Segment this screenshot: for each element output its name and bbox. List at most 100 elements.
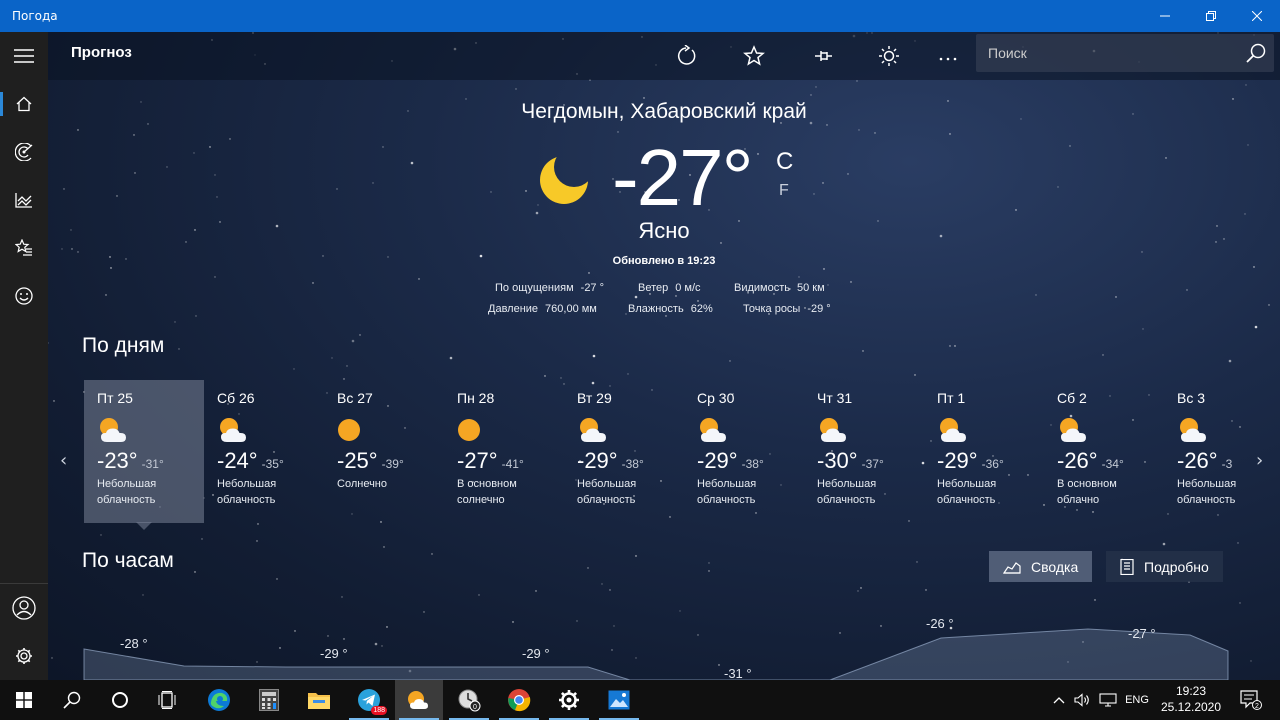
- search-icon: [63, 691, 81, 709]
- day-condition-line1: Небольшая: [937, 478, 997, 490]
- days-prev-button[interactable]: ‹: [60, 450, 67, 471]
- day-icon: [217, 416, 324, 444]
- file-explorer-button[interactable]: [295, 680, 343, 720]
- day-name: Вс 3: [1177, 390, 1206, 406]
- day-high: -27°: [457, 448, 498, 473]
- maximize-button[interactable]: [1188, 0, 1234, 32]
- theme-button[interactable]: [875, 42, 903, 70]
- day-condition-line2: облачность: [817, 494, 876, 506]
- day-condition-line1: Небольшая: [217, 478, 277, 490]
- hourly-chart: -28 ° -29 ° -29 ° -31 ° -26 ° -27 °: [83, 616, 1229, 680]
- daily-section-title: По дням: [82, 334, 165, 357]
- taskbar: 188 0 ENG 19:23 25.12.2020 2: [0, 680, 1280, 720]
- more-button[interactable]: [934, 42, 962, 70]
- chrome-button[interactable]: [495, 680, 543, 720]
- settings-app-button[interactable]: [545, 680, 593, 720]
- days-next-button[interactable]: ›: [1256, 450, 1263, 471]
- minimize-button[interactable]: [1142, 0, 1188, 32]
- detailed-view-button[interactable]: Подробно: [1106, 551, 1223, 582]
- day-high: -29°: [937, 448, 978, 473]
- settings-button[interactable]: [0, 632, 48, 680]
- fahrenheit-toggle[interactable]: F: [779, 182, 789, 200]
- close-button[interactable]: [1234, 0, 1280, 32]
- system-clock[interactable]: 19:23 25.12.2020: [1152, 683, 1230, 715]
- windows-logo-icon: [16, 692, 32, 708]
- selected-day-indicator: [136, 522, 152, 530]
- task-view-button[interactable]: [144, 680, 192, 720]
- day-high: -24°: [217, 448, 258, 473]
- daily-forecast-strip: Пт 25 -23° -31° Небольшая облачность Сб 26 -24…: [84, 380, 1280, 524]
- refresh-button[interactable]: [672, 42, 700, 70]
- humidity-value: 62%: [690, 303, 713, 315]
- start-button[interactable]: [0, 680, 48, 720]
- alarms-clock-button[interactable]: 0: [445, 680, 493, 720]
- add-favorite-button[interactable]: [740, 42, 768, 70]
- day-card[interactable]: Вт 29 -29° -38° Небольшая облачность: [564, 380, 684, 523]
- rail-bottom: [0, 583, 48, 680]
- photos-button[interactable]: [595, 680, 643, 720]
- search-button[interactable]: [1238, 34, 1274, 72]
- nav-forecast-button[interactable]: [0, 80, 48, 128]
- partly-cloudy-icon: [100, 418, 126, 442]
- day-condition: Небольшая облачность: [217, 476, 317, 508]
- pin-button[interactable]: [808, 42, 836, 70]
- nav-feedback-button[interactable]: [0, 272, 48, 320]
- day-temps: -30° -37°: [817, 448, 924, 474]
- day-card[interactable]: Чт 31 -30° -37° Небольшая облачность: [804, 380, 924, 523]
- day-card[interactable]: Пт 1 -29° -36° Небольшая облачность: [924, 380, 1044, 523]
- day-low: -38°: [741, 457, 764, 471]
- cortana-button[interactable]: [96, 680, 144, 720]
- day-condition-line1: Небольшая: [817, 478, 877, 490]
- current-conditions: -27° C F: [536, 133, 806, 230]
- day-temps: -27° -41°: [457, 448, 564, 474]
- day-card[interactable]: Сб 2 -26° -34° В основном облачно: [1044, 380, 1164, 523]
- input-language-button[interactable]: ENG: [1122, 680, 1152, 720]
- day-condition-line2: облачность: [97, 494, 156, 506]
- day-high: -26°: [1057, 448, 1098, 473]
- day-condition-line2: облачно: [1057, 494, 1100, 506]
- taskbar-search-button[interactable]: [48, 680, 96, 720]
- nav-favorites-button[interactable]: [0, 224, 48, 272]
- nav-maps-button[interactable]: [0, 128, 48, 176]
- action-center-button[interactable]: 2: [1234, 680, 1268, 720]
- restore-icon: [1206, 11, 1216, 21]
- day-card[interactable]: Пт 25 -23° -31° Небольшая облачность: [84, 380, 204, 523]
- search-input[interactable]: [976, 45, 1238, 61]
- telegram-button[interactable]: 188: [345, 680, 393, 720]
- weather-sun-cloud-icon: [408, 691, 428, 709]
- folder-icon: [308, 693, 330, 709]
- day-condition-line2: облачность: [577, 494, 636, 506]
- day-card[interactable]: Пн 28 -27° -41° В основном солнечно: [444, 380, 564, 523]
- wind-value: 0 м/с: [675, 282, 701, 294]
- day-condition-line1: Небольшая: [97, 478, 157, 490]
- pin-icon: [815, 51, 832, 61]
- day-high: -26°: [1177, 448, 1218, 473]
- day-condition: В основном облачно: [1057, 476, 1157, 508]
- volume-button[interactable]: [1071, 680, 1093, 720]
- title-bar: Погода: [0, 0, 1280, 32]
- day-high: -29°: [697, 448, 738, 473]
- weather-app-button[interactable]: [395, 680, 443, 720]
- partly-cloudy-icon: [700, 418, 726, 442]
- day-icon: [697, 416, 804, 444]
- nav-historical-button[interactable]: [0, 176, 48, 224]
- day-card[interactable]: Ср 30 -29° -38° Небольшая облачность: [684, 380, 804, 523]
- day-condition: Небольшая облачность: [1177, 476, 1277, 508]
- hamburger-menu-button[interactable]: [0, 32, 48, 80]
- gear-icon: [559, 690, 579, 710]
- network-button[interactable]: [1096, 680, 1120, 720]
- day-card[interactable]: Сб 26 -24° -35° Небольшая облачность: [204, 380, 324, 523]
- edge-browser-button[interactable]: [195, 680, 243, 720]
- day-high: -29°: [577, 448, 618, 473]
- summary-view-button[interactable]: Сводка: [989, 551, 1093, 582]
- day-condition: Небольшая облачность: [577, 476, 677, 508]
- day-card[interactable]: Вс 27 -25° -39° Солнечно: [324, 380, 444, 523]
- show-hidden-icons-button[interactable]: [1048, 680, 1070, 720]
- calculator-button[interactable]: [245, 680, 293, 720]
- location-name: Чегдомын, Хабаровский край: [521, 100, 807, 123]
- account-button[interactable]: [0, 584, 48, 632]
- celsius-toggle[interactable]: C: [776, 148, 793, 176]
- search-box[interactable]: [976, 34, 1274, 72]
- partly-cloudy-icon: [820, 418, 846, 442]
- main-content: Прогноз Чегдомын, Хабаровский край -27: [48, 32, 1280, 680]
